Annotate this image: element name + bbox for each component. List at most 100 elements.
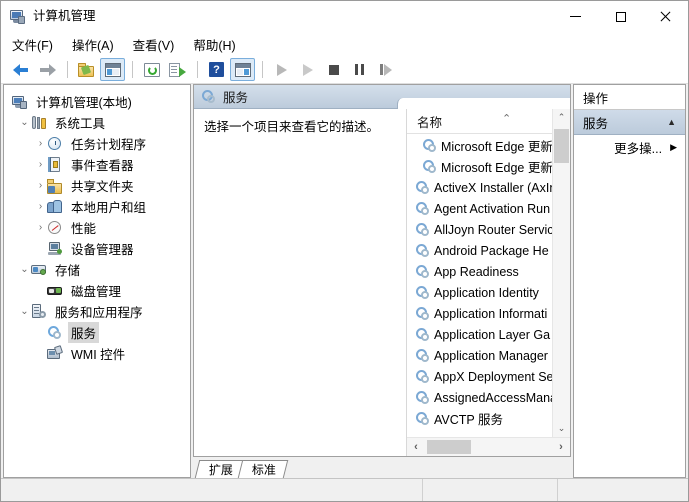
- column-header-row: 名称 ⌃: [407, 109, 552, 134]
- help-button[interactable]: ?: [204, 58, 229, 81]
- tree-item-device-manager[interactable]: 设备管理器: [4, 238, 190, 259]
- list-item[interactable]: Microsoft Edge 更新: [407, 135, 552, 156]
- horizontal-scroll-thumb[interactable]: [427, 440, 471, 454]
- computer-icon: [12, 94, 29, 110]
- chevron-right-icon[interactable]: ›: [34, 139, 47, 149]
- toolbar-separator: [132, 61, 133, 78]
- menu-action[interactable]: 操作(A): [72, 32, 123, 57]
- up-folder-button[interactable]: [74, 58, 99, 81]
- list-item[interactable]: AssignedAccessMana: [407, 387, 552, 408]
- service-gear-icon: [416, 412, 431, 426]
- list-main: 名称 ⌃ Microsoft Edge 更新: [407, 109, 552, 437]
- chevron-down-icon[interactable]: ⌄: [18, 307, 31, 317]
- chevron-up-icon[interactable]: ▲: [667, 117, 676, 127]
- restart-service-button[interactable]: [373, 58, 398, 81]
- horizontal-scroll-track[interactable]: [425, 438, 552, 456]
- list-item[interactable]: Application Identity: [407, 282, 552, 303]
- vertical-scroll-thumb[interactable]: [554, 129, 569, 163]
- show-action-pane-button[interactable]: [230, 58, 255, 81]
- show-hide-tree-button[interactable]: [100, 58, 125, 81]
- toolbar-separator: [197, 61, 198, 78]
- start-service-button[interactable]: [269, 58, 294, 81]
- close-button[interactable]: [643, 1, 688, 32]
- menu-help[interactable]: 帮助(H): [193, 32, 244, 57]
- list-item[interactable]: Application Manager: [407, 345, 552, 366]
- console-tree-pane: 计算机管理(本地) ⌄ 系统工具 › 任务计划程序 › 事件查看器: [3, 84, 191, 478]
- column-header-name[interactable]: 名称: [407, 112, 442, 131]
- actions-pane-title: 操作: [574, 85, 685, 110]
- forward-arrow-icon: [39, 63, 56, 76]
- chevron-down-icon[interactable]: ⌄: [18, 265, 31, 275]
- minimize-button[interactable]: [553, 1, 598, 32]
- tree-item-system-tools[interactable]: ⌄ 系统工具: [4, 112, 190, 133]
- header-notch: [397, 98, 570, 109]
- scroll-left-icon[interactable]: ‹: [407, 441, 425, 453]
- maximize-button[interactable]: [598, 1, 643, 32]
- resume-service-button[interactable]: [295, 58, 320, 81]
- list-item[interactable]: Android Package He: [407, 240, 552, 261]
- service-gear-icon: [416, 307, 431, 321]
- sort-ascending-icon: ⌃: [502, 114, 511, 125]
- back-button[interactable]: [9, 58, 34, 81]
- service-name: Application Layer Ga: [434, 328, 550, 342]
- list-item[interactable]: AllJoyn Router Servic: [407, 219, 552, 240]
- vertical-scrollbar[interactable]: ⌃ ⌄: [552, 109, 570, 437]
- export-list-button[interactable]: [165, 58, 190, 81]
- list-item[interactable]: Agent Activation Run: [407, 198, 552, 219]
- list-item[interactable]: Application Informati: [407, 303, 552, 324]
- tree-item-event-viewer[interactable]: › 事件查看器: [4, 154, 190, 175]
- result-pane-title: 服务: [223, 87, 248, 106]
- services-list-pane: 名称 ⌃ Microsoft Edge 更新: [406, 109, 570, 456]
- tree-item-computer-management[interactable]: 计算机管理(本地): [4, 91, 190, 112]
- computer-management-window: 计算机管理 文件(F) 操作(A) 查看(V) 帮助(H): [0, 0, 689, 502]
- chevron-right-icon[interactable]: ›: [34, 202, 47, 212]
- tree-item-shared-folders[interactable]: › 共享文件夹: [4, 175, 190, 196]
- stop-icon: [329, 65, 339, 75]
- refresh-button[interactable]: [139, 58, 164, 81]
- scroll-up-icon[interactable]: ⌃: [553, 109, 570, 126]
- service-gear-icon: [416, 181, 431, 195]
- vertical-scroll-track[interactable]: [553, 126, 570, 420]
- tree-item-local-users-groups[interactable]: › 本地用户和组: [4, 196, 190, 217]
- horizontal-scrollbar[interactable]: ‹ ›: [407, 437, 570, 456]
- actions-section-services[interactable]: 服务 ▲: [574, 110, 685, 135]
- restart-icon: [380, 64, 392, 76]
- list-item[interactable]: AppX Deployment Se: [407, 366, 552, 387]
- tree-item-performance[interactable]: › 性能: [4, 217, 190, 238]
- action-label: 更多操...: [614, 138, 662, 157]
- menu-view[interactable]: 查看(V): [133, 32, 184, 57]
- list-item[interactable]: Microsoft Edge 更新: [407, 156, 552, 177]
- tree-item-services-applications[interactable]: ⌄ 服务和应用程序: [4, 301, 190, 322]
- tree-item-label: 磁盘管理: [68, 280, 124, 301]
- tree-item-task-scheduler[interactable]: › 任务计划程序: [4, 133, 190, 154]
- scroll-right-icon[interactable]: ›: [552, 441, 570, 453]
- tree-item-storage[interactable]: ⌄ 存储: [4, 259, 190, 280]
- services-list[interactable]: Microsoft Edge 更新 Microsoft Edge 更新 Acti…: [407, 134, 552, 437]
- list-item[interactable]: AVCTP 服务: [407, 408, 552, 429]
- tree-item-disk-management[interactable]: 磁盘管理: [4, 280, 190, 301]
- service-name: AllJoyn Router Servic: [434, 223, 552, 237]
- chevron-right-icon[interactable]: ›: [34, 181, 47, 191]
- service-name: Android Package He: [434, 244, 549, 258]
- list-item[interactable]: ActiveX Installer (AxIn: [407, 177, 552, 198]
- list-item[interactable]: Application Layer Ga: [407, 324, 552, 345]
- tree-item-label: 服务和应用程序: [52, 301, 146, 322]
- chevron-down-icon[interactable]: ⌄: [18, 118, 31, 128]
- chevron-right-icon[interactable]: ›: [34, 160, 47, 170]
- tree-item-wmi-control[interactable]: WMI 控件: [4, 343, 190, 364]
- service-gear-icon: [416, 244, 431, 258]
- chevron-right-icon[interactable]: ›: [34, 223, 47, 233]
- forward-button[interactable]: [35, 58, 60, 81]
- stop-service-button[interactable]: [321, 58, 346, 81]
- pause-service-button[interactable]: [347, 58, 372, 81]
- action-more-actions[interactable]: 更多操... ▶: [574, 135, 685, 160]
- service-gear-icon: [202, 90, 216, 104]
- tree-item-label: 存储: [52, 259, 83, 280]
- tree-item-services[interactable]: 服务: [4, 322, 190, 343]
- list-item[interactable]: App Readiness: [407, 261, 552, 282]
- tab-standard[interactable]: 标准: [238, 460, 289, 478]
- service-gear-icon: [416, 202, 431, 216]
- service-name: AVCTP 服务: [434, 409, 503, 428]
- menu-file[interactable]: 文件(F): [12, 32, 62, 57]
- scroll-down-icon[interactable]: ⌄: [553, 420, 570, 437]
